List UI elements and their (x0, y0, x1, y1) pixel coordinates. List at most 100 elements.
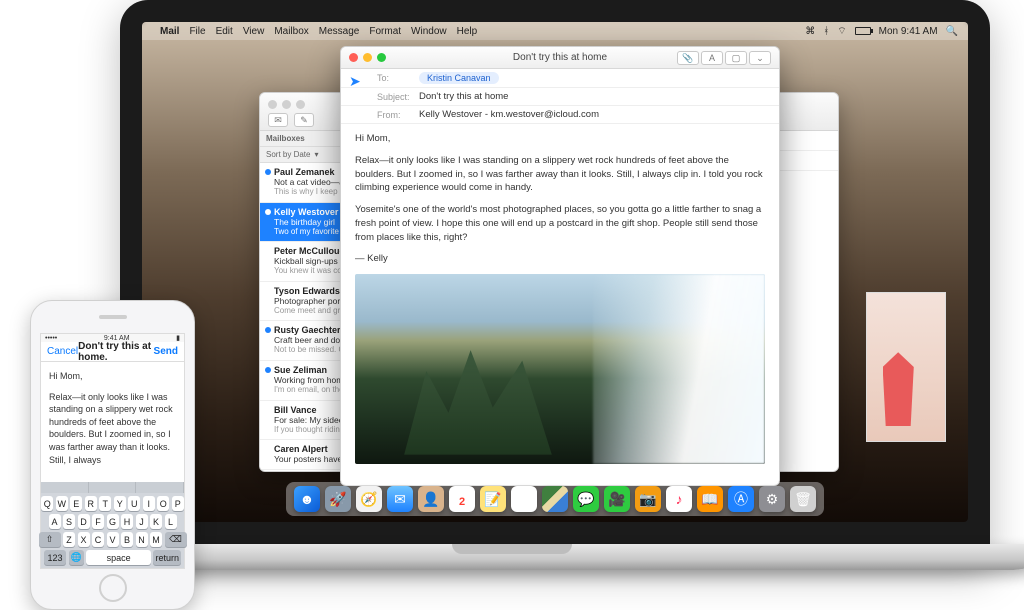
photo-button[interactable]: ▢ (725, 51, 747, 65)
key-r[interactable]: R (85, 496, 97, 511)
dock-mail-icon[interactable]: ✉︎ (387, 486, 413, 512)
menubar-app-name[interactable]: Mail (160, 26, 179, 37)
menu-mailbox[interactable]: Mailbox (274, 26, 308, 37)
menubar-clock[interactable]: Mon 9:41 AM (879, 26, 938, 37)
dock-itunes-icon[interactable]: ♪ (666, 486, 692, 512)
subject-value: Don't try this at home (419, 91, 508, 102)
attach-button[interactable]: 📎 (677, 51, 699, 65)
key-c[interactable]: C (92, 532, 104, 547)
dock-safari-icon[interactable]: 🧭 (356, 486, 382, 512)
key-n[interactable]: N (136, 532, 148, 547)
key-a[interactable]: A (49, 514, 61, 529)
dock-contacts-icon[interactable]: 👤 (418, 486, 444, 512)
dock-ibooks-icon[interactable]: 📖 (697, 486, 723, 512)
key-z[interactable]: Z (63, 532, 75, 547)
key-q[interactable]: Q (41, 496, 53, 511)
wifi-icon[interactable]: ⌔ (837, 25, 846, 38)
key-f[interactable]: F (92, 514, 104, 529)
get-mail-button[interactable]: ✉︎ (268, 113, 288, 127)
dock-photobooth-icon[interactable]: 📷 (635, 486, 661, 512)
key-x[interactable]: X (78, 532, 90, 547)
send-button[interactable]: Send (154, 346, 178, 357)
battery-icon[interactable] (855, 27, 871, 35)
close-icon[interactable] (268, 100, 277, 109)
minimize-icon[interactable] (282, 100, 291, 109)
compose-button[interactable]: ✎ (294, 113, 314, 127)
close-icon[interactable] (349, 53, 358, 62)
key-o[interactable]: O (157, 496, 169, 511)
key-j[interactable]: J (136, 514, 148, 529)
key-v[interactable]: V (107, 532, 119, 547)
subject-label: Subject: (377, 92, 413, 102)
more-button[interactable]: ⌄ (749, 51, 771, 65)
dock-appstore-icon[interactable]: Ⓐ (728, 486, 754, 512)
spotlight-icon[interactable]: 🔍 (946, 26, 958, 37)
keyboard-suggestions-bar[interactable] (41, 482, 184, 493)
menu-window[interactable]: Window (411, 26, 447, 37)
menu-message[interactable]: Message (319, 26, 360, 37)
from-field[interactable]: From: Kelly Westover - km.westover@iclou… (341, 106, 779, 124)
send-icon[interactable]: ➤ (349, 73, 361, 90)
mailboxes-button[interactable]: Mailboxes (266, 134, 305, 143)
key-⌫[interactable]: ⌫ (165, 532, 187, 547)
traffic-lights[interactable] (349, 53, 386, 62)
iphone-keyboard: QWERTYUIOP ASDFGHJKL ⇧ZXCVBNM⌫ 123 🌐 spa… (41, 493, 184, 568)
key-s[interactable]: S (63, 514, 75, 529)
menu-edit[interactable]: Edit (216, 26, 233, 37)
subject-field[interactable]: Subject: Don't try this at home (341, 88, 779, 106)
zoom-icon[interactable] (377, 53, 386, 62)
key-return[interactable]: return (153, 550, 181, 565)
traffic-lights[interactable] (268, 100, 305, 109)
key-m[interactable]: M (150, 532, 162, 547)
compose-body[interactable]: Hi Mom, Relax—it only looks like I was s… (341, 124, 779, 485)
menu-file[interactable]: File (189, 26, 205, 37)
dock-trash-icon[interactable]: 🗑 (790, 486, 816, 512)
dock-facetime-icon[interactable]: 🎥 (604, 486, 630, 512)
to-field[interactable]: To: Kristin Canavan (341, 69, 779, 88)
key-i[interactable]: I (143, 496, 155, 511)
key-t[interactable]: T (99, 496, 111, 511)
key-h[interactable]: H (121, 514, 133, 529)
format-button[interactable]: A (701, 51, 723, 65)
key-123[interactable]: 123 (44, 550, 66, 565)
handoff-icon[interactable]: ⌘ (805, 26, 815, 37)
zoom-icon[interactable] (296, 100, 305, 109)
key-space[interactable]: space (86, 550, 151, 565)
key-globe[interactable]: 🌐 (69, 550, 84, 565)
dock-messages-icon[interactable]: 💬 (573, 486, 599, 512)
cancel-button[interactable]: Cancel (47, 346, 78, 357)
minimize-icon[interactable] (363, 53, 372, 62)
key-e[interactable]: E (70, 496, 82, 511)
dock-calendar-icon[interactable]: 2 (449, 486, 475, 512)
bluetooth-icon[interactable]: ᚼ (823, 26, 829, 37)
dock-preferences-icon[interactable]: ⚙︎ (759, 486, 785, 512)
iphone-compose-title: Don't try this at home. (78, 341, 153, 363)
dock-maps-icon[interactable] (542, 486, 568, 512)
inline-photo[interactable] (355, 274, 765, 464)
key-g[interactable]: G (107, 514, 119, 529)
iphone-compose-body[interactable]: Hi Mom, Relax—it only looks like I was s… (41, 362, 184, 482)
menu-view[interactable]: View (243, 26, 265, 37)
key-y[interactable]: Y (114, 496, 126, 511)
key-u[interactable]: U (128, 496, 140, 511)
menu-help[interactable]: Help (457, 26, 478, 37)
to-recipient-token[interactable]: Kristin Canavan (419, 72, 499, 84)
key-l[interactable]: L (165, 514, 177, 529)
key-p[interactable]: P (172, 496, 184, 511)
key-k[interactable]: K (150, 514, 162, 529)
battery-icon: ▮ (176, 334, 180, 342)
dock-launchpad-icon[interactable]: 🚀 (325, 486, 351, 512)
menu-format[interactable]: Format (369, 26, 401, 37)
compose-titlebar[interactable]: Don't try this at home 📎 A ▢ ⌄ (341, 47, 779, 69)
home-button[interactable] (99, 574, 127, 602)
key-w[interactable]: W (56, 496, 68, 511)
dock-reminders-icon[interactable]: ☑︎ (511, 486, 537, 512)
body-paragraph: Relax—it only looks like I was standing … (49, 391, 176, 467)
macbook-hinge-notch (452, 544, 572, 554)
dock-finder-icon[interactable]: ☻ (294, 486, 320, 512)
key-d[interactable]: D (78, 514, 90, 529)
dock-notes-icon[interactable]: 📝 (480, 486, 506, 512)
key-b[interactable]: B (121, 532, 133, 547)
iphone-nav-bar: Cancel Don't try this at home. Send (41, 342, 184, 362)
key-⇧[interactable]: ⇧ (39, 532, 61, 547)
